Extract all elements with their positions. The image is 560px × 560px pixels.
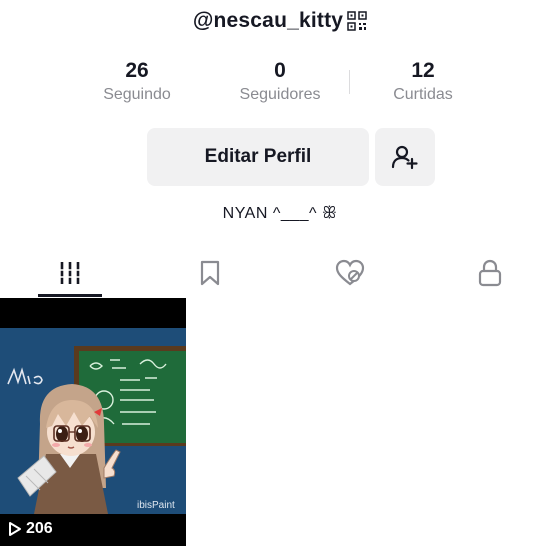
likes-count: 12 xyxy=(411,59,435,82)
stat-followers[interactable]: 0 Seguidores xyxy=(215,58,345,106)
stats-divider xyxy=(349,70,350,94)
bookmark-icon xyxy=(200,260,220,286)
tab-liked[interactable] xyxy=(280,248,420,298)
video-views: 206 xyxy=(8,520,53,538)
profile-stats: 26 Seguindo 0 Seguidores 12 Curtidas xyxy=(0,58,560,110)
add-friend-button[interactable] xyxy=(375,128,435,186)
tab-favorites[interactable] xyxy=(140,248,280,298)
active-tab-indicator xyxy=(38,294,102,297)
tab-private[interactable] xyxy=(420,248,560,298)
video-artwork: ibisPaint xyxy=(0,328,186,514)
stat-likes[interactable]: 12 Curtidas xyxy=(358,58,488,106)
profile-bio: NYAN ^___^ ꕥ xyxy=(222,205,338,222)
ibispaint-watermark: ibisPaint xyxy=(137,500,175,511)
play-icon xyxy=(9,522,21,536)
following-count: 26 xyxy=(125,59,149,82)
stat-following[interactable]: 26 Seguindo xyxy=(72,58,202,106)
following-label: Seguindo xyxy=(103,86,171,103)
followers-label: Seguidores xyxy=(239,86,321,103)
lock-icon xyxy=(478,259,502,287)
view-count: 206 xyxy=(26,520,53,537)
videos-grid-icon xyxy=(58,262,82,284)
profile-tabs xyxy=(0,248,560,298)
username: @nescau_kitty xyxy=(192,9,344,32)
edit-profile-button[interactable]: Editar Perfil xyxy=(147,128,369,186)
anime-girl-drawing: ibisPaint xyxy=(0,328,186,514)
followers-count: 0 xyxy=(274,59,286,82)
username-header: @nescau_kitty xyxy=(0,6,560,36)
tab-videos[interactable] xyxy=(0,248,140,298)
video-thumbnail[interactable]: ibisPaint 206 xyxy=(0,298,186,546)
qr-code-icon[interactable] xyxy=(347,11,367,31)
add-friend-icon xyxy=(391,145,418,170)
likes-label: Curtidas xyxy=(393,86,453,103)
liked-heart-icon xyxy=(335,259,365,286)
